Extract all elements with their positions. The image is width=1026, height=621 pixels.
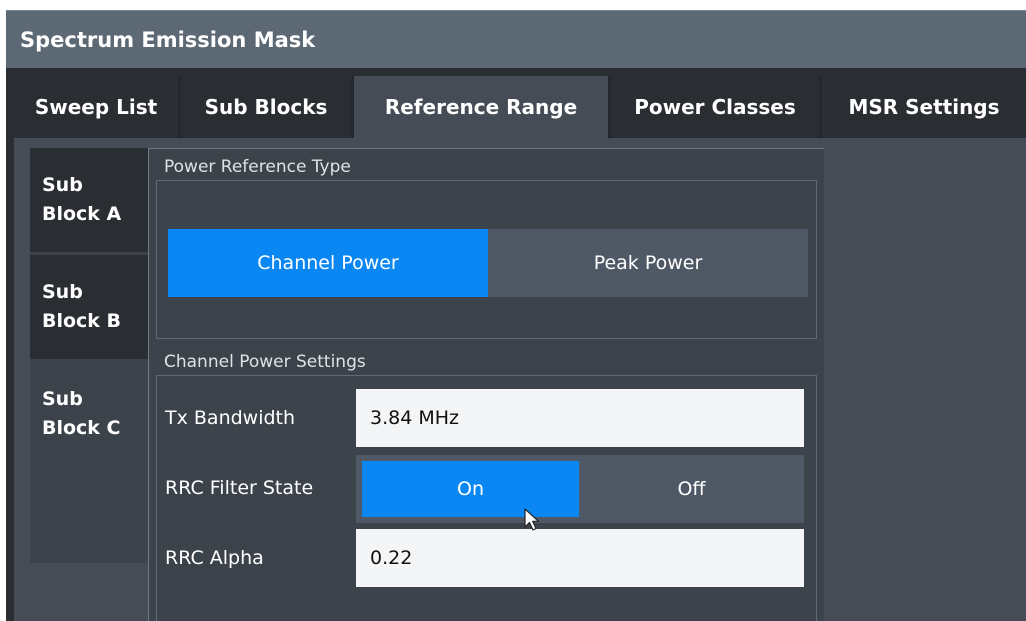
sub-block-c-tab[interactable]: Sub Block C [30, 362, 148, 466]
power-reference-type-label: Power Reference Type [164, 157, 351, 177]
tab-label: MSR Settings [848, 95, 1000, 119]
tab-label: Reference Range [384, 95, 578, 119]
tab-label: Sweep List [34, 95, 158, 119]
tab-bar: Sweep List Sub Blocks Reference Range Po… [14, 76, 1026, 138]
power-reference-type-toggle: Channel Power Peak Power [168, 229, 808, 297]
tab-reference-range[interactable]: Reference Range [354, 76, 608, 138]
rrc-filter-off-label: Off [677, 478, 706, 500]
rrc-filter-off-button[interactable]: Off [579, 461, 804, 517]
tab-label: Power Classes [634, 95, 796, 119]
tx-bandwidth-value: 3.84 MHz [370, 407, 459, 429]
spectrum-emission-mask-dialog: Spectrum Emission Mask Sweep List Sub Bl… [6, 10, 1026, 621]
settings-panel: Power Reference Type Channel Power Peak … [148, 148, 824, 621]
sub-block-label-line2: Block B [42, 310, 122, 332]
tab-power-classes[interactable]: Power Classes [611, 76, 819, 138]
rrc-filter-on-label: On [457, 478, 484, 500]
sub-block-label-line2: Block C [42, 417, 121, 439]
tab-sub-blocks[interactable]: Sub Blocks [181, 76, 351, 138]
tx-bandwidth-field[interactable]: 3.84 MHz [356, 389, 804, 447]
title-bar: Spectrum Emission Mask [6, 10, 1026, 68]
sub-block-label-line1: Sub [42, 388, 83, 410]
sub-block-list: Sub Block A Sub Block B Sub Block C [30, 148, 148, 563]
sub-block-label-line1: Sub [42, 281, 83, 303]
rrc-alpha-value: 0.22 [370, 547, 413, 569]
sub-block-b-tab[interactable]: Sub Block B [30, 255, 148, 359]
sub-block-label-line1: Sub [42, 174, 83, 196]
channel-power-settings-label: Channel Power Settings [164, 352, 366, 372]
tx-bandwidth-label: Tx Bandwidth [165, 407, 296, 429]
mouse-pointer-icon [524, 508, 540, 531]
rrc-alpha-field[interactable]: 0.22 [356, 529, 804, 587]
tab-sweep-list[interactable]: Sweep List [14, 76, 178, 138]
peak-power-button[interactable]: Peak Power [488, 229, 808, 297]
channel-power-label: Channel Power [257, 252, 399, 274]
rrc-filter-on-button[interactable]: On [362, 461, 579, 517]
peak-power-label: Peak Power [593, 252, 703, 274]
sub-block-label-line2: Block A [42, 203, 122, 225]
rrc-alpha-label: RRC Alpha [165, 547, 264, 569]
reference-range-content: Sub Block A Sub Block B Sub Block C Powe… [14, 138, 1026, 621]
tab-msr-settings[interactable]: MSR Settings [822, 76, 1026, 138]
dialog-title: Spectrum Emission Mask [20, 28, 316, 52]
sub-block-a-tab[interactable]: Sub Block A [30, 148, 148, 252]
rrc-filter-state-label: RRC Filter State [165, 477, 314, 499]
tab-label: Sub Blocks [204, 95, 328, 119]
channel-power-button[interactable]: Channel Power [168, 229, 488, 297]
rrc-filter-state-toggle: On Off [356, 455, 804, 523]
